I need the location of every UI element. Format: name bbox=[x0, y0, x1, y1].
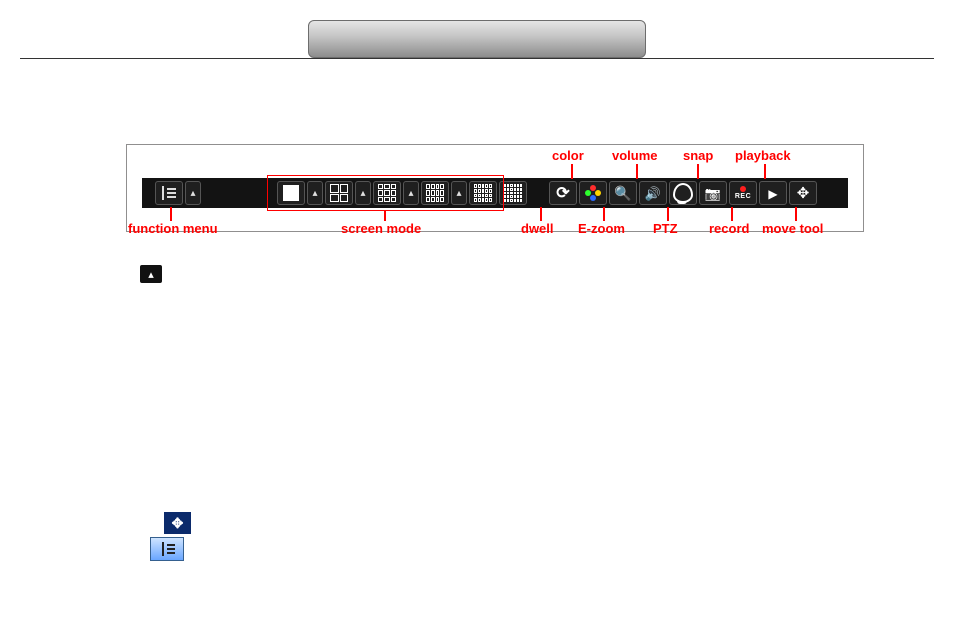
inline-move-icon: ✥ bbox=[164, 512, 191, 534]
record-button[interactable]: REC bbox=[729, 181, 757, 205]
header-tab bbox=[308, 20, 646, 58]
ezoom-button[interactable] bbox=[609, 181, 637, 205]
playback-button[interactable] bbox=[759, 181, 787, 205]
function-menu-dropdown[interactable] bbox=[185, 181, 201, 205]
snap-label: snap bbox=[683, 148, 713, 163]
move-icon bbox=[797, 186, 810, 201]
move-tool-label: move tool bbox=[762, 221, 823, 236]
play-icon bbox=[768, 186, 777, 200]
color-button[interactable] bbox=[579, 181, 607, 205]
dwell-button[interactable] bbox=[549, 181, 577, 205]
record-line bbox=[731, 207, 733, 221]
screen-mode-label: screen mode bbox=[341, 221, 421, 236]
volume-icon bbox=[645, 186, 661, 200]
ezoom-label: E-zoom bbox=[578, 221, 625, 236]
screen-mode-line bbox=[384, 210, 386, 221]
ezoom-line bbox=[603, 207, 605, 221]
movetool-line bbox=[795, 207, 797, 221]
volume-line bbox=[636, 164, 638, 179]
ptz-button[interactable] bbox=[669, 181, 697, 205]
function-menu-button[interactable] bbox=[155, 181, 183, 205]
dwell-icon bbox=[554, 184, 572, 202]
snap-button[interactable] bbox=[699, 181, 727, 205]
color-wheel-icon bbox=[585, 185, 601, 201]
volume-label: volume bbox=[612, 148, 658, 163]
record-label: record bbox=[709, 221, 749, 236]
inline-dropdown-icon: ▴ bbox=[140, 265, 162, 283]
ptz-dome-icon bbox=[673, 183, 693, 203]
playback-label: playback bbox=[735, 148, 791, 163]
move-tool-button[interactable] bbox=[789, 181, 817, 205]
color-label: color bbox=[552, 148, 584, 163]
grid-6x5-icon bbox=[504, 184, 522, 202]
list-icon bbox=[162, 186, 176, 200]
dwell-label: dwell bbox=[521, 221, 554, 236]
function-menu-label: function menu bbox=[128, 221, 218, 236]
ptz-label: PTZ bbox=[653, 221, 678, 236]
color-line bbox=[571, 164, 573, 179]
ptz-line bbox=[667, 207, 669, 221]
volume-button[interactable] bbox=[639, 181, 667, 205]
rec-icon: REC bbox=[735, 186, 751, 200]
inline-function-menu-icon bbox=[150, 537, 184, 561]
dwell-line bbox=[540, 207, 542, 221]
screen-mode-highlight bbox=[267, 175, 504, 211]
header-rule bbox=[20, 58, 934, 59]
playback-line bbox=[764, 164, 766, 179]
function-menu-line bbox=[170, 207, 172, 221]
magnifier-icon bbox=[614, 186, 631, 200]
camera-icon bbox=[705, 186, 721, 200]
snap-line bbox=[697, 164, 699, 179]
